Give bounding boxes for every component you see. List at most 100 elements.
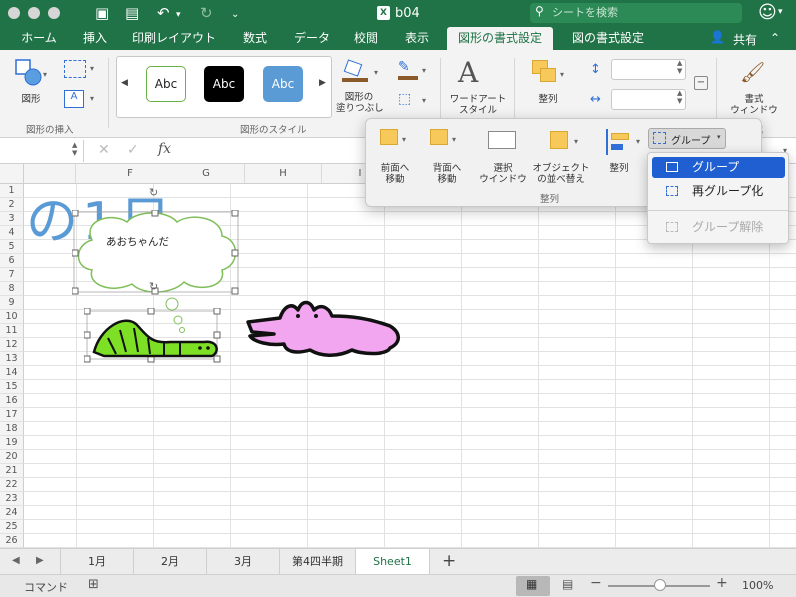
format-pane-icon[interactable]: 🖌 xyxy=(740,60,766,88)
send-backward-icon[interactable] xyxy=(430,129,448,145)
row-header[interactable]: 13 xyxy=(0,352,24,366)
rotate-handle-icon[interactable]: ↻ xyxy=(149,186,158,199)
tab-formulas[interactable]: 数式 xyxy=(228,27,282,50)
tab-shape-format[interactable]: 図形の書式設定 xyxy=(447,27,553,50)
outline-dropdown-icon[interactable]: ▾ xyxy=(422,66,426,75)
tab-insert[interactable]: 挿入 xyxy=(70,27,120,50)
text-box-dropdown-icon[interactable]: ▾ xyxy=(90,94,94,103)
row-header[interactable]: 4 xyxy=(0,226,24,240)
style-sample-blue[interactable]: Abc xyxy=(263,66,303,102)
rotate-handle-icon[interactable]: ↻ xyxy=(149,280,158,293)
row-header[interactable]: 22 xyxy=(0,478,24,492)
tab-page-layout[interactable]: 印刷レイアウト xyxy=(122,27,226,50)
zoom-in-icon[interactable]: + xyxy=(716,575,728,591)
row-header[interactable]: 3 xyxy=(0,212,24,226)
share-person-icon[interactable]: 👤 xyxy=(710,30,725,44)
lock-aspect-icon[interactable]: − xyxy=(694,76,708,90)
name-box-stepper-icon[interactable]: ▲ ▼ xyxy=(72,141,77,157)
share-button[interactable]: 共有 xyxy=(733,31,757,48)
cloud-callout-text[interactable]: あおちゃんだ xyxy=(106,234,169,249)
row-header[interactable]: 12 xyxy=(0,338,24,352)
align-icon[interactable] xyxy=(606,129,632,155)
sheet-search-input[interactable]: シートを検索 xyxy=(530,3,742,23)
group-button[interactable]: グループ ▾ xyxy=(648,128,726,149)
enter-icon[interactable]: ✓ xyxy=(127,142,139,158)
row-header[interactable]: 16 xyxy=(0,394,24,408)
row-header[interactable]: 21 xyxy=(0,464,24,478)
row-header[interactable]: 6 xyxy=(0,254,24,268)
tab-view[interactable]: 表示 xyxy=(392,27,442,50)
page-layout-view-icon[interactable]: ▤ xyxy=(562,577,573,591)
edit-shape-icon[interactable] xyxy=(64,60,86,78)
gallery-prev-icon[interactable]: ◀ xyxy=(121,78,128,88)
row-header[interactable]: 24 xyxy=(0,506,24,520)
redo-icon[interactable]: ↻ xyxy=(200,3,213,23)
row-header[interactable]: 19 xyxy=(0,436,24,450)
customize-dropdown-icon[interactable]: ⌄ xyxy=(231,5,239,25)
height-stepper-icon[interactable]: ▲ ▼ xyxy=(677,59,682,75)
tab-home[interactable]: ホーム xyxy=(10,27,68,50)
user-dropdown-icon[interactable]: ▾ xyxy=(778,7,783,17)
sheet-tab-sheet1[interactable]: Sheet1 xyxy=(356,549,430,574)
add-sheet-icon[interactable]: + xyxy=(442,551,456,571)
zoom-slider-thumb[interactable] xyxy=(654,579,666,591)
bring-forward-icon[interactable] xyxy=(380,129,398,145)
save-icon[interactable]: ▤ xyxy=(125,3,139,23)
shapes-icon[interactable] xyxy=(14,58,44,88)
caterpillar-image[interactable] xyxy=(84,308,224,364)
zoom-out-icon[interactable]: − xyxy=(590,575,602,591)
selection-pane-icon[interactable] xyxy=(488,131,516,149)
bring-forward-dropdown-icon[interactable]: ▾ xyxy=(402,135,406,144)
column-header[interactable] xyxy=(24,164,76,184)
minimize-window-button[interactable] xyxy=(28,7,40,19)
paint-bucket-icon[interactable] xyxy=(340,58,368,84)
close-window-button[interactable] xyxy=(8,7,20,19)
width-stepper-icon[interactable]: ▲ ▼ xyxy=(677,89,682,105)
macro-record-icon[interactable]: ⊞ xyxy=(88,577,99,592)
shapes-dropdown-icon[interactable]: ▾ xyxy=(43,70,47,79)
edit-shape-dropdown-icon[interactable]: ▾ xyxy=(90,64,94,73)
row-header[interactable]: 20 xyxy=(0,450,24,464)
shape-height-input[interactable] xyxy=(611,59,686,80)
row-header[interactable]: 9 xyxy=(0,296,24,310)
insert-function-button[interactable]: fx xyxy=(158,141,171,157)
next-sheet-icon[interactable]: ▶ xyxy=(36,555,44,566)
row-header[interactable]: 15 xyxy=(0,380,24,394)
menu-item-regroup[interactable]: 再グループ化 xyxy=(652,181,785,202)
shape-outline-icon[interactable]: ✎ xyxy=(398,60,418,80)
send-backward-label[interactable]: 背面へ 移動 xyxy=(424,163,470,185)
sidebar-icon[interactable]: ▣ xyxy=(95,3,109,23)
shape-width-input[interactable] xyxy=(611,89,686,110)
sheet-tab-q4[interactable]: 第4四半期 xyxy=(280,549,356,574)
row-header[interactable]: 14 xyxy=(0,366,24,380)
tab-review[interactable]: 校閲 xyxy=(342,27,390,50)
gallery-next-icon[interactable]: ▶ xyxy=(319,78,326,88)
arrange-dropdown-icon[interactable]: ▾ xyxy=(560,70,564,79)
crocodile-image[interactable] xyxy=(240,292,408,362)
column-header[interactable]: F xyxy=(92,164,169,184)
zoom-window-button[interactable] xyxy=(48,7,60,19)
row-header[interactable]: 7 xyxy=(0,268,24,282)
shapes-button-label[interactable]: 図形 xyxy=(14,94,48,105)
row-header[interactable]: 1 xyxy=(0,184,24,198)
column-header[interactable]: H xyxy=(245,164,322,184)
style-sample-outline[interactable]: Abc xyxy=(146,66,186,102)
fill-dropdown-icon[interactable]: ▾ xyxy=(374,68,378,77)
row-header[interactable]: 25 xyxy=(0,520,24,534)
send-backward-dropdown-icon[interactable]: ▾ xyxy=(452,135,456,144)
row-header[interactable]: 11 xyxy=(0,324,24,338)
menu-item-group[interactable]: グループ xyxy=(652,157,785,178)
row-header[interactable]: 2 xyxy=(0,198,24,212)
smiley-user-icon[interactable]: ☺ xyxy=(758,2,777,23)
style-sample-dark[interactable]: Abc xyxy=(204,66,244,102)
format-pane-label[interactable]: 書式 ウィンドウ xyxy=(726,94,782,116)
sheet-tab-mar[interactable]: 3月 xyxy=(207,549,280,574)
arrange-icon-back[interactable] xyxy=(540,68,556,82)
selection-pane-label[interactable]: 選択 ウインドウ xyxy=(474,163,532,185)
row-header[interactable]: 23 xyxy=(0,492,24,506)
effects-dropdown-icon[interactable]: ▾ xyxy=(422,96,426,105)
wordart-icon[interactable]: A xyxy=(458,56,488,90)
arrange-button-label[interactable]: 整列 xyxy=(530,94,566,105)
row-header[interactable]: 26 xyxy=(0,534,24,548)
row-header[interactable]: 18 xyxy=(0,422,24,436)
